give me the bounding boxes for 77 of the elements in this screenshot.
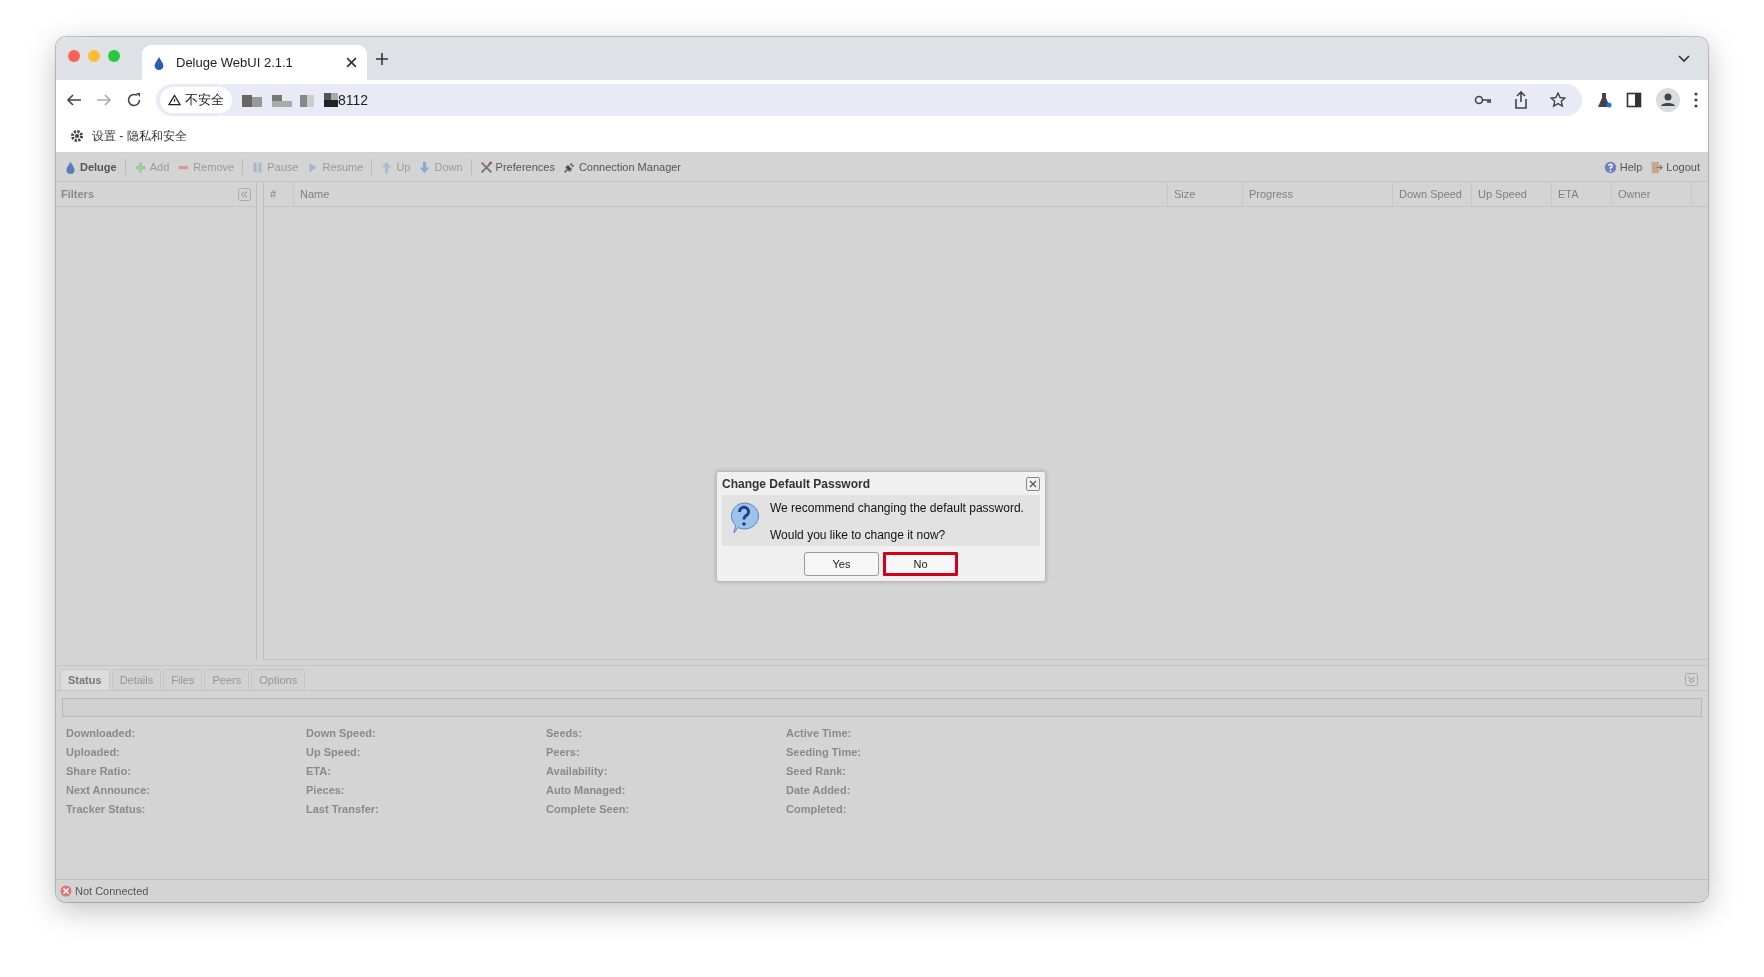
- field-label: Auto Managed:: [546, 784, 627, 798]
- url-text: 8112: [338, 92, 369, 108]
- star-icon[interactable]: [1550, 92, 1566, 108]
- redacted-block-icon: [324, 93, 338, 107]
- chevron-down-icon[interactable]: [1678, 54, 1690, 63]
- field-label: Share Ratio:: [66, 765, 132, 779]
- field-label: Active Time:: [786, 727, 853, 741]
- security-chip[interactable]: 不安全: [160, 87, 232, 113]
- field-label: Next Announce:: [66, 784, 151, 798]
- question-icon: [728, 501, 760, 535]
- avatar-icon[interactable]: [1656, 88, 1680, 112]
- field-label: Completed:: [786, 803, 848, 817]
- browser-tab[interactable]: Deluge WebUI 2.1.1: [142, 45, 367, 80]
- bookmark-label[interactable]: 设置 - 隐私和安全: [92, 127, 187, 145]
- warning-icon: [168, 94, 181, 106]
- dialog-title: Change Default Password: [722, 477, 871, 491]
- error-icon: [60, 885, 72, 897]
- field-label: Up Speed:: [306, 746, 362, 760]
- toolbar-button[interactable]: Logout: [1648, 160, 1702, 174]
- toolbar-button[interactable]: Preferences: [477, 160, 557, 174]
- back-icon[interactable]: [66, 92, 82, 108]
- column-header[interactable]: ETA: [1552, 182, 1612, 206]
- share-icon[interactable]: [1514, 91, 1528, 109]
- door-icon: [1650, 160, 1664, 174]
- dialog-message: Would you like to change it now?: [770, 528, 947, 542]
- new-tab-icon[interactable]: [375, 51, 389, 66]
- column-header[interactable]: Size: [1168, 182, 1243, 206]
- field-label: Last Transfer:: [306, 803, 380, 817]
- column-header[interactable]: Progress: [1243, 182, 1393, 206]
- field-label: Seeds:: [546, 727, 584, 741]
- column-header[interactable]: Up Speed: [1472, 182, 1552, 206]
- field-label: Date Added:: [786, 784, 852, 798]
- redacted-blocks-drawing: [242, 93, 314, 107]
- close-icon[interactable]: [1026, 477, 1040, 491]
- toolbar-button[interactable]: Help: [1601, 160, 1645, 174]
- close-icon[interactable]: [346, 57, 357, 68]
- column-header[interactable]: #: [264, 182, 294, 206]
- column-header[interactable]: Down Speed: [1393, 182, 1472, 206]
- details-tab[interactable]: Peers: [204, 669, 250, 690]
- field-label: Down Speed:: [306, 727, 377, 741]
- column-header[interactable]: Name: [294, 182, 1168, 206]
- pause-icon: [251, 160, 265, 174]
- column-header[interactable]: Owner: [1612, 182, 1692, 206]
- help-icon: [1603, 160, 1617, 174]
- key-icon[interactable]: [1474, 93, 1492, 107]
- brand-label: Deluge: [62, 160, 119, 174]
- details-tab[interactable]: Files: [163, 669, 203, 690]
- more-menu-icon[interactable]: [1694, 92, 1698, 108]
- dialog-message: We recommend changing the default password.: [770, 501, 1024, 515]
- plus-icon: [133, 160, 147, 174]
- tools-icon: [479, 160, 493, 174]
- arrow-down-icon: [418, 160, 432, 174]
- details-tab[interactable]: Details: [111, 669, 162, 690]
- status-text: Not Connected: [75, 885, 149, 897]
- dialog-button[interactable]: No: [883, 552, 958, 576]
- flask-icon[interactable]: [1596, 92, 1612, 108]
- details-tab[interactable]: Status: [60, 669, 110, 690]
- reload-icon[interactable]: [126, 92, 142, 108]
- toolbar-button[interactable]: Connection Manager: [560, 160, 684, 174]
- play-icon: [306, 160, 320, 174]
- field-label: Complete Seen:: [546, 803, 631, 817]
- field-label: Tracker Status:: [66, 803, 147, 817]
- field-label: Pieces:: [306, 784, 346, 798]
- field-label: Seed Rank:: [786, 765, 847, 779]
- field-label: ETA:: [306, 765, 332, 779]
- droplet-icon: [64, 160, 77, 174]
- field-label: Peers:: [546, 746, 581, 760]
- field-label: Downloaded:: [66, 727, 137, 741]
- arrow-up-icon: [380, 160, 394, 174]
- field-label: Availability:: [546, 765, 609, 779]
- dialog-button[interactable]: Yes: [804, 552, 879, 576]
- side-panel-icon[interactable]: [1626, 92, 1642, 108]
- panel-title: Filters: [61, 188, 94, 200]
- field-label: Uploaded:: [66, 746, 121, 760]
- field-label: Seeding Time:: [786, 746, 862, 760]
- plug-icon: [562, 160, 576, 174]
- details-tab[interactable]: Options: [251, 669, 306, 690]
